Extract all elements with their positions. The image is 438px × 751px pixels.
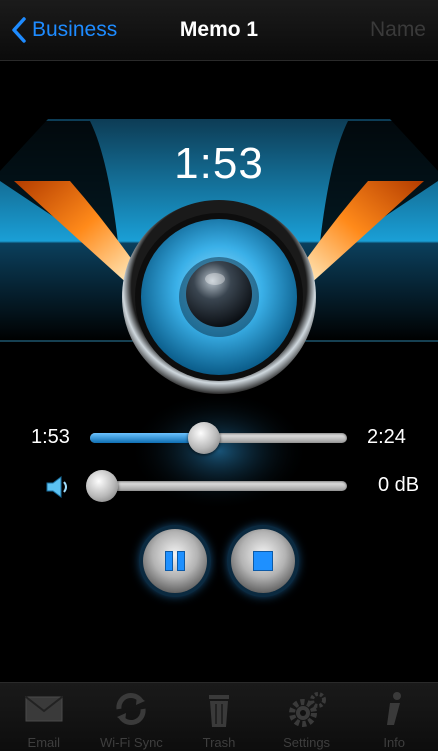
timer-display: 1:53 [174, 139, 264, 188]
info-icon [387, 692, 402, 725]
tab-bar: Email Wi-Fi Sync Trash Settings Info [0, 682, 438, 751]
name-button[interactable]: Name [370, 0, 426, 60]
gear-icon [288, 692, 326, 727]
chevron-left-icon [12, 17, 26, 43]
pause-icon [165, 551, 185, 571]
tab-trash[interactable]: Trash [175, 683, 263, 751]
tab-label: Settings [283, 735, 331, 750]
tab-label: Wi-Fi Sync [99, 735, 163, 750]
duration-time: 2:24 [367, 426, 406, 448]
volume-icon [46, 476, 67, 498]
player-stage: 1:53 1:53 2:24 0 dB [0, 61, 438, 682]
stop-icon [253, 551, 273, 571]
back-button-label: Business [32, 18, 118, 41]
stop-button[interactable] [231, 529, 295, 593]
pause-button[interactable] [143, 529, 207, 593]
volume-label: 0 dB [378, 474, 420, 496]
tab-settings[interactable]: Settings [263, 683, 351, 751]
tab-info[interactable]: Info [350, 683, 438, 751]
volume-row: 0 dB [0, 466, 438, 506]
tab-label: Trash [202, 735, 236, 750]
tab-wifi-sync[interactable]: Wi-Fi Sync [88, 683, 176, 751]
trash-icon [208, 695, 229, 727]
volume-slider[interactable] [88, 481, 347, 491]
back-button[interactable]: Business [10, 12, 117, 48]
volume-thumb[interactable] [86, 470, 118, 502]
envelope-icon [25, 696, 63, 722]
tab-label: Info [383, 735, 406, 750]
navigation-bar: Business Memo 1 Name [0, 0, 438, 61]
playback-progress [90, 433, 204, 443]
tab-email[interactable]: Email [0, 683, 88, 751]
playback-row: 1:53 2:24 [0, 418, 438, 458]
tab-label: Email [27, 735, 61, 750]
elapsed-time: 1:53 [31, 426, 70, 448]
sync-icon [116, 693, 146, 725]
playback-thumb[interactable] [187, 422, 220, 454]
